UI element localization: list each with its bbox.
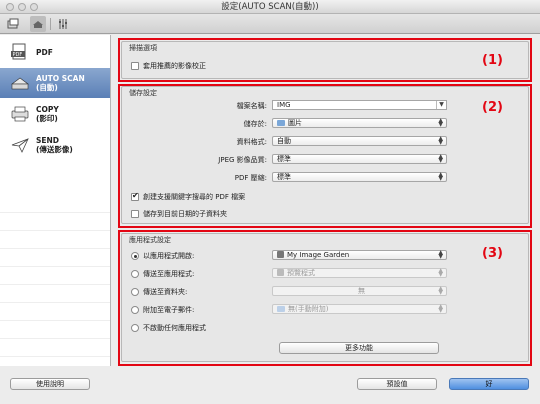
sidebar-item-auto-scan[interactable]: AUTO SCAN (自動) [0, 68, 110, 98]
highlight-box-3 [118, 230, 532, 366]
sidebar-item-label: SEND (傳送影像) [36, 136, 73, 154]
marker-3: (3) [482, 246, 503, 261]
sidebar-item-send[interactable]: SEND (傳送影像) [0, 130, 110, 160]
sidebar-item-label: COPY (影印) [36, 105, 59, 123]
defaults-button[interactable]: 預設值 [357, 378, 437, 390]
sidebar: PDF PDF AUTO SCAN (自動) COPY (影印) SEND (傳… [0, 35, 111, 366]
highlight-box-1 [118, 38, 532, 82]
sidebar-item-pdf[interactable]: PDF PDF [0, 37, 110, 67]
pdf-icon: PDF [10, 43, 30, 61]
window-title: 設定(AUTO SCAN(自動)) [221, 2, 319, 12]
toolbar-separator [50, 18, 51, 30]
sidebar-item-label: PDF [36, 48, 53, 57]
copy-icon [10, 105, 30, 123]
marker-1: (1) [482, 53, 503, 68]
general-settings-icon[interactable] [55, 16, 71, 32]
title-bar: 設定(AUTO SCAN(自動)) [0, 0, 540, 14]
sidebar-item-label: AUTO SCAN (自動) [36, 74, 85, 92]
marker-2: (2) [482, 100, 503, 115]
auto-scan-icon [10, 74, 30, 92]
scan-from-panel-icon[interactable] [30, 16, 46, 32]
sidebar-item-copy[interactable]: COPY (影印) [0, 99, 110, 129]
scan-from-computer-icon[interactable] [5, 16, 21, 32]
close-window-button[interactable] [6, 3, 14, 11]
ok-button[interactable]: 好 [449, 378, 529, 390]
zoom-window-button[interactable] [30, 3, 38, 11]
paper-plane-icon [10, 136, 30, 154]
svg-text:PDF: PDF [13, 52, 23, 58]
toolbar [0, 14, 540, 34]
minimize-window-button[interactable] [18, 3, 26, 11]
highlight-box-2 [118, 84, 532, 228]
help-button[interactable]: 使用說明 [10, 378, 90, 390]
